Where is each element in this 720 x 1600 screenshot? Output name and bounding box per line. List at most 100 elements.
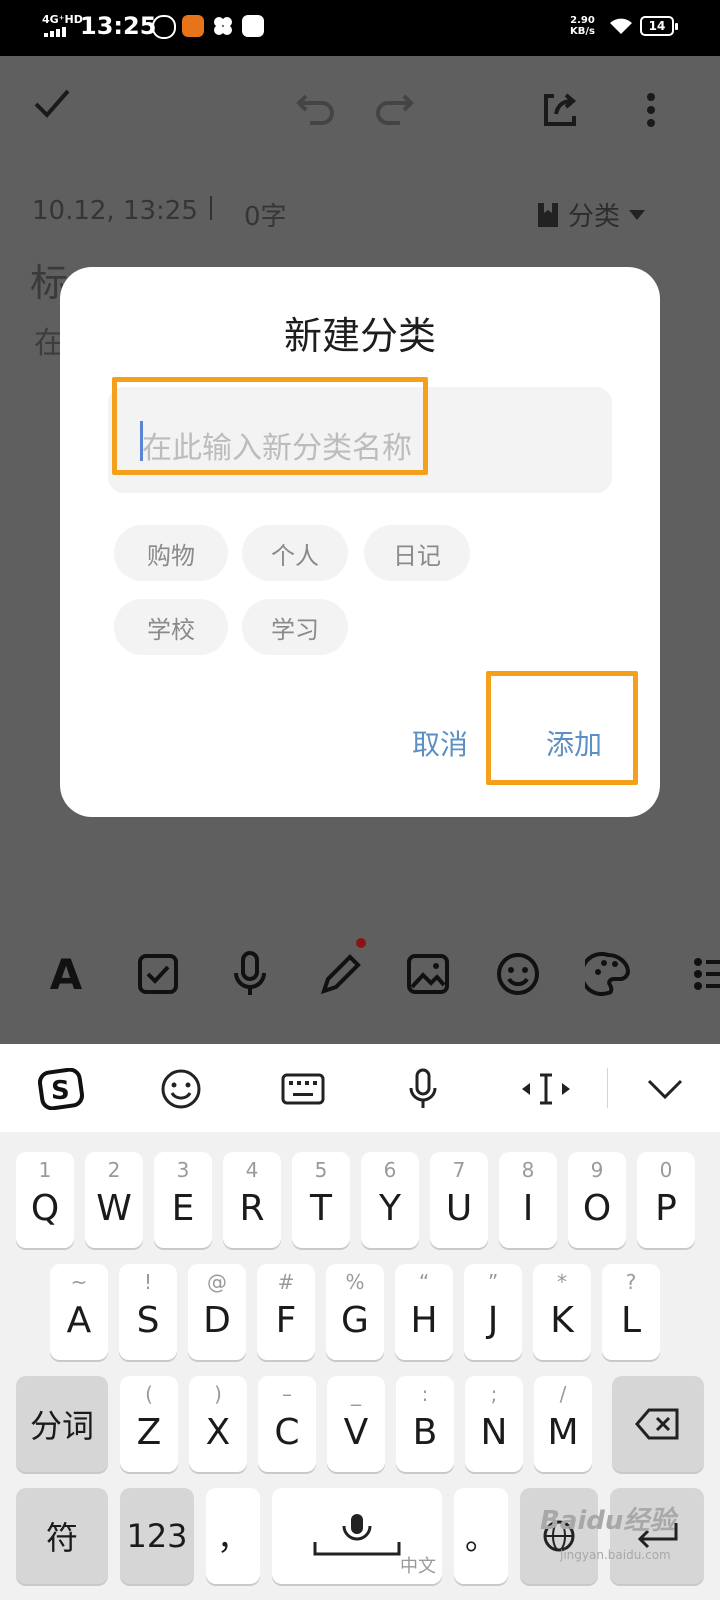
status-time: 13:25 [80,12,157,40]
key-secondary-label: / [559,1382,567,1406]
key-v[interactable]: _ V [327,1376,385,1472]
list-icon[interactable] [672,944,720,1004]
new-category-dialog: 新建分类 在此输入新分类名称 购物 个人 日记 学校 学习 取消 添加 [60,267,660,817]
key-label: B [412,1412,438,1453]
emoji-icon[interactable] [488,944,548,1004]
category-chip-personal[interactable]: 个人 [242,525,348,581]
category-label: 分类 [568,202,621,232]
key-label: S [136,1300,160,1341]
more-vertical-icon[interactable] [646,92,656,132]
check-icon[interactable] [32,86,72,124]
category-chip-study[interactable]: 学习 [242,599,348,655]
key-label: Q [30,1188,60,1229]
svg-text:S: S [51,1076,70,1106]
emoji-icon[interactable] [156,1064,206,1114]
backspace-key[interactable] [612,1376,704,1472]
number-key[interactable]: 123 [120,1488,194,1584]
message-icon [242,15,264,37]
key-secondary-label: – [282,1382,292,1406]
key-b[interactable]: :B [396,1376,454,1472]
network-speed: 2.90 KB/s [570,15,595,37]
symbol-key[interactable]: 符 [16,1488,108,1584]
highlight-box-add [486,671,638,785]
image-icon[interactable] [398,944,458,1004]
key-g[interactable]: % G [326,1264,384,1360]
caret-down-icon [629,209,646,220]
key-secondary-label: 0 [659,1158,673,1182]
key-secondary-label: 2 [107,1158,121,1182]
key-t[interactable]: 5T [292,1152,350,1248]
key-m[interactable]: / M [534,1376,592,1472]
cursor-move-icon[interactable] [516,1064,576,1114]
key-o[interactable]: 9O [568,1152,626,1248]
key-r[interactable]: 4R [223,1152,281,1248]
voice-input-icon[interactable] [398,1064,448,1114]
key-label: L [620,1300,642,1341]
key-e[interactable]: 3E [154,1152,212,1248]
share-icon[interactable] [540,90,580,134]
key-label: Z [136,1412,162,1453]
category-chip-school[interactable]: 学校 [114,599,228,655]
key-secondary-label: _ [351,1382,361,1406]
key-f[interactable]: # F [257,1264,315,1360]
category-chip-shopping[interactable]: 购物 [114,525,228,581]
redo-icon[interactable] [374,92,414,130]
key-label: D [203,1300,231,1341]
key-secondary-label: 7 [452,1158,466,1182]
key-q[interactable]: 1Q [16,1152,74,1248]
key-secondary-label: 8 [521,1158,535,1182]
period-key[interactable]: 。 [454,1488,508,1584]
key-secondary-label: ( [145,1382,153,1406]
key-h[interactable]: “H [395,1264,453,1360]
battery-icon: 14 [640,16,678,36]
app-notification-icon [182,15,204,37]
key-a[interactable]: ~ A [50,1264,108,1360]
key-w[interactable]: 2W [85,1152,143,1248]
key-j[interactable]: ” J [464,1264,522,1360]
speed-value: 2.90 [570,15,595,26]
key-secondary-label: “ [418,1270,430,1294]
comma-key[interactable]: ， [206,1488,260,1584]
key-secondary-label: * [557,1270,567,1294]
sogou-logo-icon[interactable]: S [36,1064,86,1114]
key-label: H [410,1300,438,1341]
key-label: P [655,1188,677,1229]
key-p[interactable]: 0P [637,1152,695,1248]
key-label: W [96,1188,132,1229]
key-label: G [341,1300,369,1341]
key-d[interactable]: @ D [188,1264,246,1360]
category-dropdown[interactable]: 分类 [536,196,646,233]
category-chip-diary[interactable]: 日记 [364,525,470,581]
key-k[interactable]: * K [533,1264,591,1360]
format-toolbar: A [0,938,720,1024]
keyboard-toolbar: S [0,1044,720,1132]
key-label: K [550,1300,574,1341]
checkbox-icon[interactable] [128,944,188,1004]
key-s[interactable]: ! S [119,1264,177,1360]
key-label: F [275,1300,297,1341]
key-x[interactable]: ) X [189,1376,247,1472]
pen-icon[interactable] [310,944,370,1004]
text-format-icon[interactable]: A [36,944,96,1004]
key-l[interactable]: ? L [602,1264,660,1360]
palette-icon[interactable] [578,944,638,1004]
hide-keyboard-icon[interactable] [640,1064,690,1114]
key-n[interactable]: ; N [465,1376,523,1472]
cancel-button[interactable]: 取消 [412,723,468,763]
key-z[interactable]: (Z [120,1376,178,1472]
highlight-box-input [112,377,428,475]
undo-icon[interactable] [296,92,336,130]
key-y[interactable]: 6Y [361,1152,419,1248]
key-label: X [205,1412,231,1453]
signal-icon [44,27,66,37]
segment-key[interactable]: 分词 [16,1376,108,1472]
microphone-icon[interactable] [220,944,280,1004]
folder-icon [538,202,558,227]
key-label: J [487,1300,499,1341]
speed-unit: KB/s [570,26,595,37]
key-u[interactable]: 7U [430,1152,488,1248]
key-label: T [310,1188,332,1229]
keyboard-icon[interactable] [278,1064,328,1114]
key-c[interactable]: – C [258,1376,316,1472]
key-i[interactable]: 8I [499,1152,557,1248]
